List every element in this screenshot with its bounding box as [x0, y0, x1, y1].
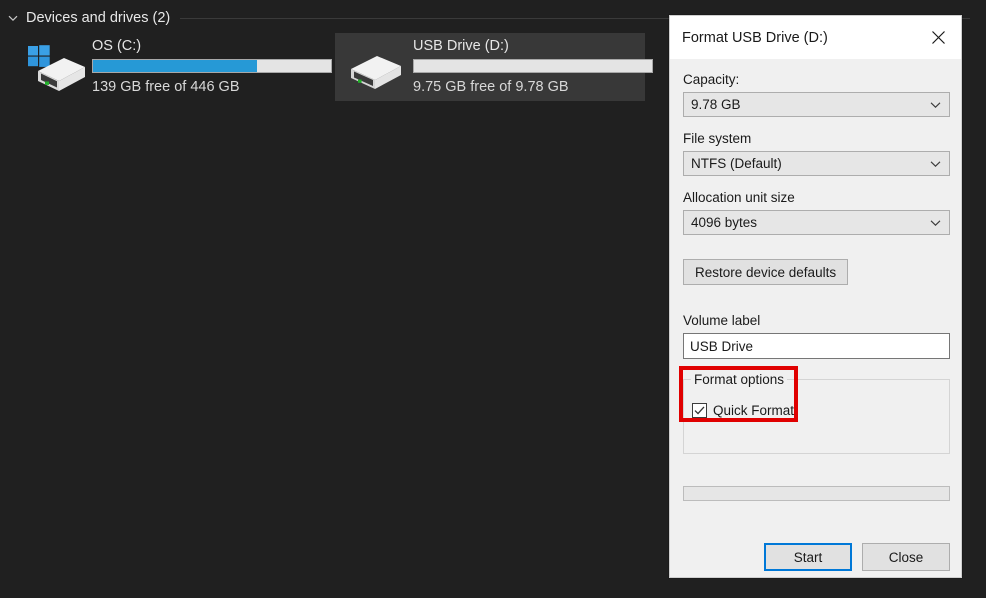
file-system-dropdown[interactable]: NTFS (Default) [683, 151, 950, 176]
drive-name: USB Drive (D:) [413, 38, 509, 54]
drive-capacity-bar [413, 59, 653, 73]
format-options-group: Format options Quick Format [683, 372, 950, 454]
volume-label-field: Volume label [683, 313, 950, 359]
drive-info: USB Drive (D:) 9.75 GB free of 9.78 GB [413, 36, 653, 96]
chevron-down-icon [930, 152, 941, 175]
volume-label-label: Volume label [683, 313, 761, 328]
close-icon[interactable] [916, 16, 961, 59]
allocation-unit-size-value: 4096 bytes [691, 215, 758, 230]
restore-device-defaults-button[interactable]: Restore device defaults [683, 259, 849, 285]
capacity-dropdown[interactable]: 9.78 GB [683, 92, 950, 117]
drive-capacity-bar-fill [93, 60, 258, 72]
section-title: Devices and drives (2) [26, 10, 171, 26]
dialog-body: Capacity: 9.78 GB File system NTFS (Defa… [670, 72, 961, 591]
format-dialog: Format USB Drive (D:) Capacity: 9.78 GB … [669, 15, 962, 578]
close-button[interactable]: Close [862, 543, 950, 571]
file-system-value: NTFS (Default) [691, 156, 782, 171]
allocation-unit-size-field: Allocation unit size 4096 bytes [683, 190, 950, 235]
chevron-down-icon [930, 211, 941, 234]
drive-capacity-bar [92, 59, 332, 73]
chevron-down-icon[interactable] [0, 7, 26, 29]
format-progress-bar [683, 486, 950, 501]
file-system-field: File system NTFS (Default) [683, 131, 950, 176]
chevron-down-icon [930, 93, 941, 116]
dialog-titlebar: Format USB Drive (D:) [670, 16, 961, 59]
windows-hard-drive-icon [24, 43, 88, 93]
quick-format-label: Quick Format [713, 403, 795, 418]
usb-external-drive-icon [345, 43, 409, 93]
start-button[interactable]: Start [764, 543, 852, 571]
format-options-legend: Format options [691, 372, 788, 387]
drive-free-space-text: 139 GB free of 446 GB [92, 79, 240, 95]
drive-tile-usb-d[interactable]: USB Drive (D:) 9.75 GB free of 9.78 GB [335, 33, 653, 101]
quick-format-checkbox-row[interactable]: Quick Format [692, 403, 794, 418]
drive-free-space-text: 9.75 GB free of 9.78 GB [413, 79, 569, 95]
checkmark-icon[interactable] [692, 403, 707, 418]
file-system-label: File system [683, 131, 752, 146]
allocation-unit-size-label: Allocation unit size [683, 190, 795, 205]
capacity-field: Capacity: 9.78 GB [683, 72, 950, 117]
dialog-title: Format USB Drive (D:) [682, 29, 828, 46]
capacity-label: Capacity: [683, 72, 740, 87]
capacity-value: 9.78 GB [691, 97, 741, 112]
allocation-unit-size-dropdown[interactable]: 4096 bytes [683, 210, 950, 235]
drive-tile-os-c[interactable]: OS (C:) 139 GB free of 446 GB [14, 33, 332, 101]
drive-info: OS (C:) 139 GB free of 446 GB [92, 36, 332, 96]
volume-label-input[interactable] [683, 333, 950, 359]
dialog-action-buttons: Start Close [683, 543, 950, 571]
drive-name: OS (C:) [92, 38, 142, 54]
